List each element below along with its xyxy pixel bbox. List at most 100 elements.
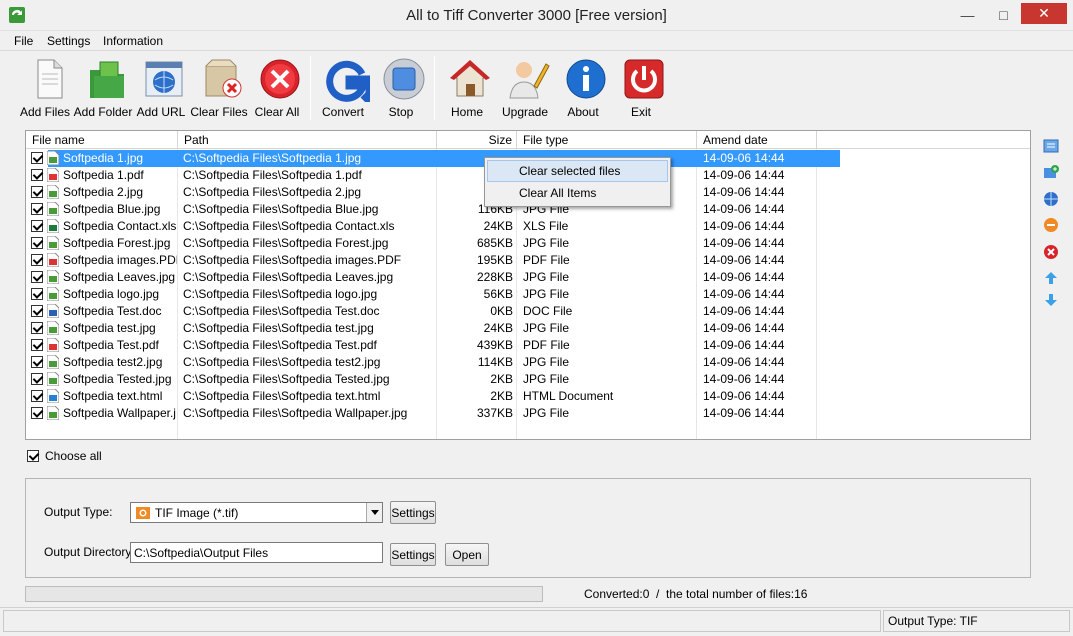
table-row[interactable]: Softpedia test.jpg C:\Softpedia Files\Sof…	[26, 320, 1030, 337]
row-checkbox[interactable]	[31, 203, 43, 215]
jpg-file-icon	[47, 321, 59, 335]
output-type-settings-button[interactable]: Settings	[390, 501, 436, 524]
output-directory-settings-button[interactable]: Settings	[390, 543, 436, 566]
cell-path: C:\Softpedia Files\Softpedia 2.jpg	[183, 185, 362, 199]
globe-icon[interactable]	[1043, 191, 1059, 207]
clear-selected-files-item[interactable]: Clear selected files	[487, 160, 668, 182]
table-row[interactable]: Softpedia text.html C:\Softpedia Files\So…	[26, 388, 1030, 405]
column-header-file-name[interactable]: File name	[26, 131, 178, 149]
table-row[interactable]: Softpedia Test.doc C:\Softpedia Files\Sof…	[26, 303, 1030, 320]
cell-amend-date: 14-09-06 14:44	[703, 151, 785, 165]
minimize-button[interactable]: —	[950, 0, 985, 30]
add-folder-small-icon[interactable]	[1043, 164, 1059, 180]
upgrade-button[interactable]: Upgrade	[496, 54, 554, 122]
exit-button[interactable]: Exit	[612, 54, 670, 122]
about-icon	[566, 59, 606, 99]
cell-amend-date: 14-09-06 14:44	[703, 202, 785, 216]
cell-file-name: Softpedia Test.doc	[63, 304, 162, 318]
cell-file-name: Softpedia Wallpaper.j...	[63, 406, 177, 420]
move-down-icon[interactable]	[1043, 292, 1059, 308]
clear-all-items-item[interactable]: Clear All Items	[487, 182, 668, 204]
open-button[interactable]: Open	[445, 543, 489, 566]
row-checkbox[interactable]	[31, 407, 43, 419]
clear-icon[interactable]	[1043, 244, 1059, 260]
table-row[interactable]: Softpedia images.PDF C:\Softpedia Files\S…	[26, 252, 1030, 269]
clear-all-button[interactable]: Clear All	[248, 54, 306, 122]
cell-file-name: Softpedia 1.jpg	[63, 151, 144, 165]
cell-size: 228KB	[476, 270, 513, 284]
cell-amend-date: 14-09-06 14:44	[703, 372, 785, 386]
table-row[interactable]: Softpedia Contact.xls C:\Softpedia Files\…	[26, 218, 1030, 235]
column-header-amend-date[interactable]: Amend date	[697, 131, 817, 149]
row-checkbox[interactable]	[31, 220, 43, 232]
output-type-label: Output Type:	[44, 505, 113, 519]
table-row[interactable]: Softpedia test2.jpg C:\Softpedia Files\So…	[26, 354, 1030, 371]
cell-path: C:\Softpedia Files\Softpedia 1.jpg	[183, 151, 362, 165]
table-row[interactable]: Softpedia logo.jpg C:\Softpedia Files\Sof…	[26, 286, 1030, 303]
row-checkbox[interactable]	[31, 254, 43, 266]
doc-file-icon	[47, 304, 59, 318]
add-url-button[interactable]: Add URL	[132, 54, 190, 122]
title-bar: All to Tiff Converter 3000 [Free version…	[0, 0, 1073, 31]
jpg-file-icon	[47, 372, 59, 386]
cell-file-type: JPG File	[523, 270, 570, 284]
row-checkbox[interactable]	[31, 373, 43, 385]
menu-file[interactable]: File	[14, 34, 33, 48]
add-folder-button[interactable]: Add Folder	[74, 54, 132, 122]
row-checkbox[interactable]	[31, 288, 43, 300]
window-title: All to Tiff Converter 3000 [Free version…	[406, 7, 667, 24]
cell-file-type: DOC File	[523, 304, 573, 318]
column-header-path[interactable]: Path	[178, 131, 437, 149]
menu-settings[interactable]: Settings	[47, 34, 90, 48]
row-checkbox[interactable]	[31, 186, 43, 198]
table-row[interactable]: Softpedia Tested.jpg C:\Softpedia Files\S…	[26, 371, 1030, 388]
table-row[interactable]: Softpedia Wallpaper.j... C:\Softpedia Fil…	[26, 405, 1030, 422]
row-checkbox[interactable]	[31, 152, 43, 164]
menu-information[interactable]: Information	[103, 34, 163, 48]
row-checkbox[interactable]	[31, 169, 43, 181]
maximize-button[interactable]: □	[986, 0, 1021, 30]
clear-all-icon	[260, 59, 300, 99]
table-row[interactable]: Softpedia Forest.jpg C:\Softpedia Files\S…	[26, 235, 1030, 252]
row-checkbox[interactable]	[31, 237, 43, 249]
row-checkbox[interactable]	[31, 305, 43, 317]
cell-file-type: JPG File	[523, 236, 570, 250]
cell-size: 2KB	[490, 389, 513, 403]
row-checkbox[interactable]	[31, 271, 43, 283]
cell-amend-date: 14-09-06 14:44	[703, 287, 785, 301]
stop-button[interactable]: Stop	[372, 54, 430, 122]
cell-size: 2KB	[490, 372, 513, 386]
table-row[interactable]: Softpedia Leaves.jpg C:\Softpedia Files\S…	[26, 269, 1030, 286]
output-type-select[interactable]: TIF Image (*.tif)	[130, 502, 383, 523]
row-checkbox[interactable]	[31, 356, 43, 368]
convert-icon	[326, 60, 370, 102]
convert-button[interactable]: Convert	[314, 54, 372, 122]
move-up-icon[interactable]	[1043, 270, 1059, 286]
choose-all-checkbox[interactable]	[27, 450, 39, 462]
cell-size: 114KB	[477, 355, 513, 369]
chevron-down-icon[interactable]	[366, 503, 382, 522]
column-header-filler	[817, 131, 1030, 149]
cell-file-name: Softpedia Contact.xls	[63, 219, 177, 233]
column-header-file-type[interactable]: File type	[517, 131, 697, 149]
list-icon[interactable]	[1043, 138, 1059, 154]
row-checkbox[interactable]	[31, 390, 43, 402]
jpg-file-icon	[47, 236, 59, 250]
cell-path: C:\Softpedia Files\Softpedia Test.pdf	[183, 338, 377, 352]
cell-size: 195KB	[476, 253, 513, 267]
row-checkbox[interactable]	[31, 339, 43, 351]
add-files-button[interactable]: Add Files	[16, 54, 74, 122]
row-checkbox[interactable]	[31, 322, 43, 334]
output-directory-field[interactable]: C:\Softpedia\Output Files	[130, 542, 383, 563]
cell-path: C:\Softpedia Files\Softpedia 1.pdf	[183, 168, 362, 182]
clear-files-button[interactable]: Clear Files	[190, 54, 248, 122]
home-button[interactable]: Home	[438, 54, 496, 122]
output-directory-label: Output Directory:	[44, 545, 135, 559]
about-button[interactable]: About	[554, 54, 612, 122]
column-header-size[interactable]: Size	[437, 131, 517, 149]
remove-icon[interactable]	[1043, 217, 1059, 233]
cell-path: C:\Softpedia Files\Softpedia logo.jpg	[183, 287, 378, 301]
close-button[interactable]: ✕	[1021, 3, 1067, 24]
table-row[interactable]: Softpedia Test.pdf C:\Softpedia Files\Sof…	[26, 337, 1030, 354]
status-bar: Output Type: TIF	[0, 607, 1073, 636]
